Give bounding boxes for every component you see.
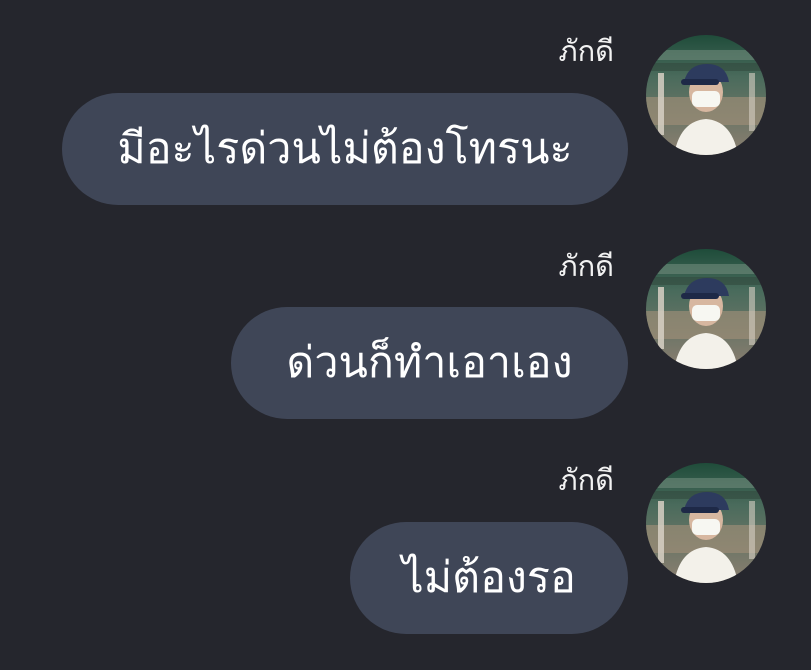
message-bubble[interactable]: ด่วนก็ทำเอาเอง	[231, 307, 628, 419]
sender-name: ภักดี	[558, 34, 614, 68]
avatar[interactable]	[646, 249, 766, 369]
message-text: ด่วนก็ทำเอาเอง	[286, 337, 573, 388]
message-bubble[interactable]: มีอะไรด่วนไม่ต้องโทรนะ	[62, 93, 628, 205]
sender-name: ภักดี	[558, 249, 614, 283]
message-text: มีอะไรด่วนไม่ต้องโทรนะ	[117, 123, 573, 174]
message-text: ไม่ต้องรอ	[402, 552, 576, 603]
avatar[interactable]	[646, 463, 766, 583]
user-avatar-icon	[646, 35, 766, 155]
sender-name: ภักดี	[558, 463, 614, 497]
user-avatar-icon	[646, 463, 766, 583]
user-avatar-icon	[646, 249, 766, 369]
avatar[interactable]	[646, 35, 766, 155]
chat-thread: ภักดี มีอะไรด่วนไม่ต้องโทรนะ ภักดี ด่วนก…	[0, 0, 811, 670]
message-bubble[interactable]: ไม่ต้องรอ	[350, 522, 628, 634]
